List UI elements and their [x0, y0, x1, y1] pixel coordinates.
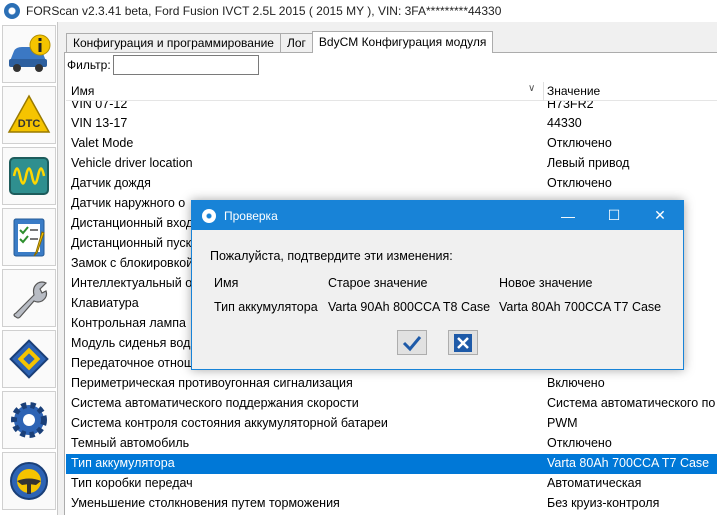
column-header-value[interactable]: Значение — [547, 84, 600, 98]
list-row[interactable]: Система автоматического поддержания скор… — [66, 394, 717, 414]
list-row[interactable]: VIN 13-17 44330 — [66, 114, 717, 134]
row-name: Vehicle driver location — [71, 156, 193, 170]
tab-bdycm-module-config[interactable]: BdyCM Конфигурация модуля — [311, 31, 494, 53]
close-icon[interactable]: ✕ — [637, 201, 683, 230]
column-header-name[interactable]: Имя — [71, 84, 94, 98]
cancel-button[interactable] — [448, 330, 478, 355]
confirm-button[interactable] — [397, 330, 427, 355]
filter-label: Фильтр: — [67, 58, 111, 72]
change-row-old: Varta 90Ah 800CCA T8 Case — [328, 300, 491, 314]
row-name: Передаточное отнош — [71, 356, 194, 370]
settings-button[interactable] — [2, 391, 56, 449]
svg-text:DTC: DTC — [18, 118, 41, 130]
list-header: Имя ∨ Значение — [66, 82, 717, 101]
vehicle-info-button[interactable] — [2, 25, 56, 83]
row-name: Дистанционный пуск — [71, 236, 192, 250]
minimize-icon[interactable]: — — [545, 201, 591, 230]
dialog-title: Проверка — [224, 208, 278, 223]
changes-header-old: Старое значение — [328, 276, 428, 290]
list-row-selected[interactable]: Тип аккумулятора Varta 80Ah 700CCA T7 Cas… — [66, 454, 717, 474]
steering-wheel-icon — [10, 462, 48, 500]
row-value: Включено — [547, 376, 605, 390]
row-name: Система контроля состояния аккумуляторно… — [71, 416, 388, 430]
row-name: VIN 07-12 — [71, 101, 128, 111]
left-toolbar: DTC — [0, 22, 58, 515]
confirm-dialog: Проверка — ☐ ✕ Пожалуйста, подтвердите э… — [191, 200, 684, 370]
row-value: Varta 80Ah 700CCA T7 Case — [547, 456, 710, 470]
row-name: Тип коробки передач — [71, 476, 193, 490]
dtc-icon: DTC — [7, 94, 51, 133]
dialog-message: Пожалуйста, подтвердите эти изменения: — [210, 249, 453, 263]
oscilloscope-button[interactable] — [2, 147, 56, 205]
chip-icon — [9, 339, 49, 379]
row-name: Дистанционный вход — [71, 216, 194, 230]
row-name: Замок с блокировкой — [71, 256, 194, 270]
row-value: PWM — [547, 416, 578, 430]
wrench-icon — [13, 281, 48, 319]
cancel-x-icon — [454, 333, 472, 352]
row-value: 44330 — [547, 116, 582, 130]
row-name: Периметрическая противоугонная сигнализа… — [71, 376, 353, 390]
list-row[interactable]: Уменьшение столкновения путем торможения… — [66, 494, 717, 514]
row-value: Без круиз-контроля — [547, 496, 660, 510]
row-value: Автоматическая — [547, 476, 642, 490]
steering-button[interactable] — [2, 452, 56, 510]
list-row[interactable]: Система контроля состояния аккумуляторно… — [66, 414, 717, 434]
row-value: Отключено — [547, 176, 612, 190]
service-button[interactable] — [2, 269, 56, 327]
row-value: Отключено — [547, 436, 612, 450]
sort-chevron-icon: ∨ — [528, 83, 536, 94]
row-value: Система автоматического по — [547, 396, 716, 410]
row-name: Valet Mode — [71, 136, 134, 150]
title-bar: FORScan v2.3.41 beta, Ford Fusion IVCT 2… — [0, 0, 717, 22]
row-name: Интеллектуальный от — [71, 276, 198, 290]
filter-input[interactable] — [112, 55, 259, 75]
tab-log[interactable]: Лог — [279, 33, 313, 53]
row-value: Отключено — [547, 136, 612, 150]
list-row[interactable]: Темный автомобиль Отключено — [66, 434, 717, 454]
vehicle-info-icon — [9, 34, 51, 72]
change-row-new: Varta 80Ah 700CCA T7 Case — [499, 300, 662, 314]
row-name: Тип аккумулятора — [71, 456, 175, 470]
tab-configuration-programming[interactable]: Конфигурация и программирование — [66, 33, 281, 53]
list-row[interactable]: Vehicle driver location Левый привод — [66, 154, 717, 174]
row-name: Контрольная лампа — [71, 316, 186, 330]
settings-gear-icon — [11, 402, 47, 438]
tab-bar: Конфигурация и программирование Лог BdyC… — [66, 31, 494, 53]
row-name: Датчик наружного о — [71, 196, 186, 210]
list-row[interactable]: Тип коробки передач Автоматическая — [66, 474, 717, 494]
row-name: Модуль сиденья вод — [71, 336, 191, 350]
oscilloscope-icon — [9, 157, 49, 195]
list-row[interactable]: Периметрическая противоугонная сигнализа… — [66, 374, 717, 394]
changes-header-new: Новое значение — [499, 276, 593, 290]
row-name: Уменьшение столкновения путем торможения — [71, 496, 340, 510]
window-title: FORScan v2.3.41 beta, Ford Fusion IVCT 2… — [26, 4, 502, 18]
app-icon — [4, 3, 20, 19]
dtc-button[interactable]: DTC — [2, 86, 56, 144]
checkmark-icon — [402, 335, 422, 351]
column-divider[interactable] — [543, 82, 544, 101]
maximize-icon[interactable]: ☐ — [591, 201, 637, 230]
change-row-name: Тип аккумулятора — [214, 300, 318, 314]
module-programming-button[interactable] — [2, 330, 56, 388]
row-name: Темный автомобиль — [71, 436, 190, 450]
row-name: Система автоматического поддержания скор… — [71, 396, 359, 410]
filter-row: Фильтр: — [67, 55, 259, 75]
list-row[interactable]: Датчик дождя Отключено — [66, 174, 717, 194]
checklist-icon — [13, 218, 45, 257]
row-name: Клавиатура — [71, 296, 139, 310]
row-name: VIN 13-17 — [71, 116, 128, 130]
row-value: Левый привод — [547, 156, 630, 170]
changes-header-name: Имя — [214, 276, 239, 290]
dialog-title-bar: Проверка — ☐ ✕ — [192, 201, 683, 230]
checklist-button[interactable] — [2, 208, 56, 266]
dialog-app-icon — [202, 208, 216, 223]
row-name: Датчик дождя — [71, 176, 151, 190]
list-row[interactable]: VIN 07-12 H73FR2 — [66, 101, 717, 114]
list-row[interactable]: Valet Mode Отключено — [66, 134, 717, 154]
row-value: H73FR2 — [547, 101, 594, 111]
